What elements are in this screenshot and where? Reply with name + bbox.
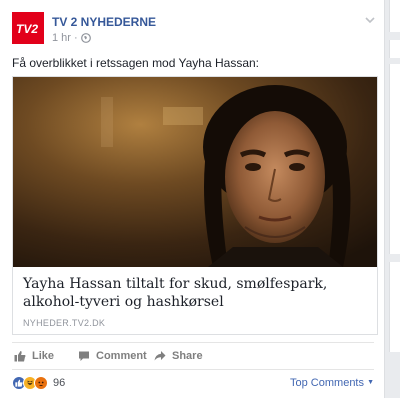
share-arrow-icon xyxy=(154,351,166,361)
adjacent-panel xyxy=(389,64,400,254)
adjacent-panel xyxy=(389,0,400,32)
globe-icon xyxy=(80,33,91,43)
meta-separator: · xyxy=(73,32,78,44)
post-footer: 96 Top Comments ▼ xyxy=(12,376,374,392)
top-comments-dropdown[interactable]: Top Comments ▼ xyxy=(290,377,374,389)
top-comments-label: Top Comments xyxy=(290,377,364,389)
share-button[interactable]: Share xyxy=(154,346,203,366)
page-avatar[interactable]: TV2 xyxy=(12,12,44,44)
reaction-count: 96 xyxy=(53,377,66,389)
caret-down-icon: ▼ xyxy=(367,379,374,386)
post-meta: 1 hr · xyxy=(52,32,91,44)
link-domain: NYHEDER.TV2.DK xyxy=(23,318,106,328)
angry-reaction-icon xyxy=(34,376,48,390)
like-button[interactable]: Like xyxy=(14,346,54,366)
link-preview-image[interactable] xyxy=(13,77,377,267)
thumbs-up-icon xyxy=(14,351,26,362)
adjacent-panel xyxy=(389,262,400,352)
post-header: TV2 TV 2 NYHEDERNE 1 hr · xyxy=(12,12,380,48)
comment-button[interactable]: Comment xyxy=(78,346,147,366)
like-label: Like xyxy=(32,350,55,362)
post-time[interactable]: 1 hr xyxy=(52,32,71,44)
page-name-link[interactable]: TV 2 NYHEDERNE xyxy=(52,15,156,29)
post-actions: Like Comment Share xyxy=(12,346,374,366)
tv2-logo-icon: TV2 xyxy=(16,22,38,35)
divider xyxy=(12,369,374,370)
comment-icon xyxy=(79,351,89,361)
reactions-summary[interactable]: 96 xyxy=(12,376,65,390)
adjacent-panel xyxy=(389,40,400,58)
chevron-down-icon[interactable] xyxy=(364,14,376,26)
link-preview[interactable]: Yayha Hassan tiltalt for skud, smølfespa… xyxy=(12,76,378,335)
right-column-edge xyxy=(387,0,400,398)
share-label: Share xyxy=(172,350,203,362)
post-caption: Få overblikket i retssagen mod Yayha Has… xyxy=(12,56,260,70)
post-card: TV2 TV 2 NYHEDERNE 1 hr · Få overblikket… xyxy=(0,0,385,398)
link-title[interactable]: Yayha Hassan tiltalt for skud, smølfespa… xyxy=(23,275,368,311)
svg-text:TV2: TV2 xyxy=(16,22,38,35)
divider xyxy=(12,342,374,343)
comment-label: Comment xyxy=(96,350,147,362)
